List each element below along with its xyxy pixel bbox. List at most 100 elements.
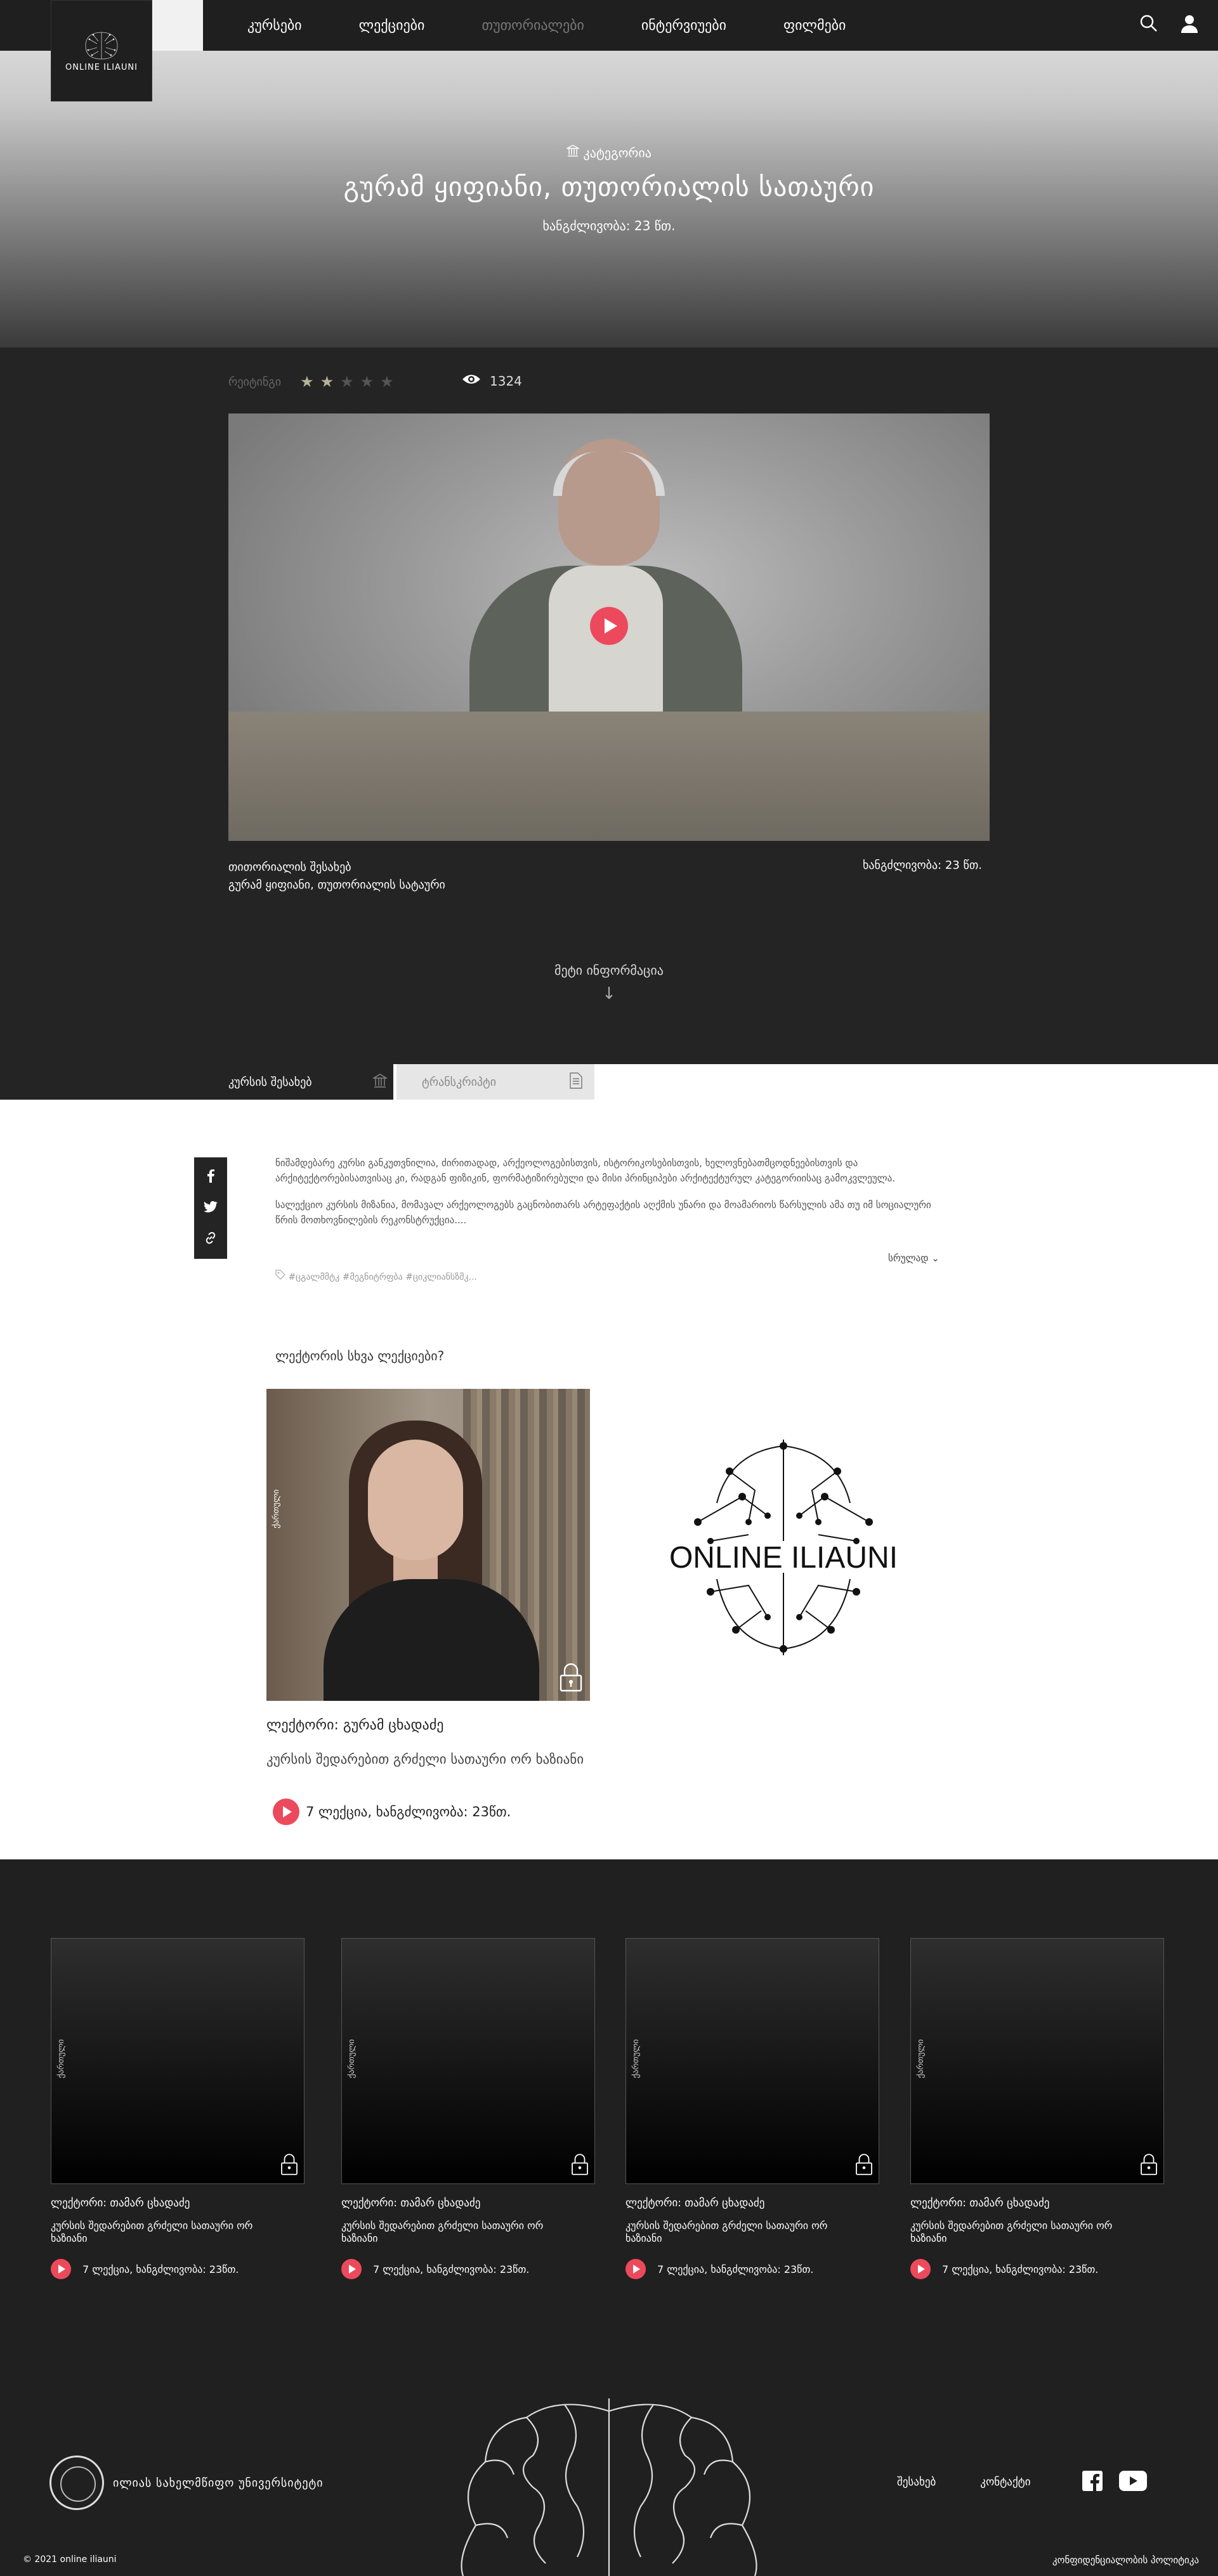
link-icon[interactable] <box>204 1231 218 1247</box>
lecture-card-image[interactable]: ქართული <box>341 1938 595 2184</box>
site-logo[interactable]: ONLINE ILIAUNI <box>51 0 152 101</box>
column-icon <box>565 145 583 160</box>
lecture-card[interactable]: ქართული ლექტორი: თამარ ცხადაძე კურსის შედა… <box>910 1938 1164 2279</box>
play-icon[interactable] <box>51 2259 71 2279</box>
lecture-card[interactable]: ქართული ლექტორი: თამარ ცხადაძე კურსის შედა… <box>625 1938 879 2279</box>
footer-brain-icon <box>461 2398 757 2576</box>
footer-link-contact[interactable]: კონტაქტი <box>980 2476 1030 2488</box>
privacy-policy-link[interactable]: კონფიდენციალობის პოლიტიკა <box>1052 2554 1199 2566</box>
twitter-icon[interactable] <box>204 1200 218 1215</box>
lecture-meta: 7 ლექცია, ხანგძლივობა: 23წთ. <box>910 2259 1164 2279</box>
lecture-meta: 7 ლექცია, ხანგძლივობა: 23წთ. <box>625 2259 879 2279</box>
facebook-icon[interactable] <box>1082 2471 1103 2494</box>
search-icon[interactable] <box>1139 14 1158 36</box>
course-title[interactable]: კურსის შედარებით გრძელი სათაური ორ ხაზია… <box>51 2220 266 2245</box>
course-title[interactable]: კურსის შედარებით გრძელი სათაური ორ ხაზია… <box>625 2220 841 2245</box>
play-icon[interactable] <box>341 2259 362 2279</box>
lecturer-name[interactable]: ლექტორი: თამარ ცხადაძე <box>341 2197 595 2209</box>
social-links <box>1082 2471 1147 2494</box>
lecturer-name[interactable]: ლექტორი: თამარ ცხადაძე <box>910 2197 1164 2209</box>
course-title[interactable]: კურსის შედარებით გრძელი სათაური ორ ხაზია… <box>266 1750 596 1768</box>
lecturer-name[interactable]: ლექტორი: თამარ ცხადაძე <box>625 2197 879 2209</box>
nav-item-films[interactable]: ფილმები <box>783 18 846 34</box>
lock-icon <box>558 1663 584 1695</box>
star-icon[interactable]: ★ <box>380 373 394 391</box>
facebook-icon[interactable] <box>206 1169 216 1185</box>
star-icon[interactable]: ★ <box>360 373 374 391</box>
video-section: რეიტინგი ★ ★ ★ ★ ★ 1324 თითორიალის შესახ… <box>0 348 1218 1064</box>
play-icon[interactable] <box>625 2259 646 2279</box>
nav-icons <box>1139 14 1199 36</box>
star-icon[interactable]: ★ <box>340 373 354 391</box>
logo-wordmark: ONLINE ILIAUNI <box>669 1541 898 1575</box>
nav-item-interviews[interactable]: ინტერვიუები <box>641 18 726 34</box>
hero-section: კატეგორია გურამ ყიფიანი, თუთორიალის სათა… <box>0 0 1218 348</box>
university-brand[interactable]: ილიას სახელმწიფო უნივერსიტეტი <box>49 2456 324 2510</box>
card-language-label: ქართული <box>56 2039 66 2078</box>
column-icon <box>372 1073 388 1091</box>
share-bar <box>194 1157 227 1259</box>
video-frame <box>549 566 663 731</box>
lecturer-name[interactable]: ლექტორი: თამარ ცხადაძე <box>51 2197 304 2209</box>
lock-icon <box>1139 2153 1158 2178</box>
lecture-card[interactable]: ქართული ლექტორი: თამარ ცხადაძე კურსის შედა… <box>341 1938 595 2279</box>
rating-stars[interactable]: ★ ★ ★ ★ ★ <box>300 373 394 391</box>
lecture-meta: 7 ლექცია, ხანგძლივობა: 23წთ. <box>51 2259 304 2279</box>
lecture-card-image[interactable]: ქართული <box>266 1389 590 1701</box>
main-menu: კურსები ლექციები თუთორიალები ინტერვიუები… <box>247 0 846 51</box>
course-title[interactable]: კურსის შედარებით გრძელი სათაური ორ ხაზია… <box>341 2220 557 2245</box>
star-icon[interactable]: ★ <box>300 373 314 391</box>
lecture-card-image[interactable]: ქართული <box>625 1938 879 2184</box>
nav-item-courses[interactable]: კურსები <box>247 18 302 34</box>
rating: რეიტინგი ★ ★ ★ ★ ★ <box>228 373 394 391</box>
play-icon[interactable] <box>273 1799 299 1825</box>
course-title[interactable]: კურსის შედარებით გრძელი სათაური ორ ხაზია… <box>910 2220 1126 2245</box>
youtube-icon[interactable] <box>1119 2471 1147 2494</box>
tab-about[interactable]: კურსის შესახებ <box>228 1064 393 1100</box>
footer-links: შესახებ კონტაქტი <box>897 2476 1031 2488</box>
brain-logo-icon <box>85 32 118 59</box>
play-icon[interactable] <box>910 2259 931 2279</box>
lock-icon <box>855 2153 874 2178</box>
arrow-down-icon[interactable]: ↓ <box>0 984 1218 1003</box>
video-duration: ხანგძლივობა: 23 წთ. <box>863 859 982 872</box>
course-description: ნიშამდებარე კურსი განკუთვნილია, ძირითადა… <box>275 1155 948 1239</box>
nav-item-lectures[interactable]: ლექციები <box>359 18 425 34</box>
card-language-label: ქართული <box>916 2039 926 2078</box>
copyright: © 2021 online iliauni <box>23 2554 117 2565</box>
lecture-card[interactable]: ქართული ლექტორი: თამარ ცხადაძე კურსის შედა… <box>51 1938 304 2279</box>
lecturer-name[interactable]: ლექტორი: გურამ ცხადაძე <box>266 1717 443 1733</box>
see-more-link[interactable]: სრულად ⌄ <box>888 1252 940 1264</box>
tag-list[interactable]: #ცგალმმტკ #მეგნიტრფბა #ციკლიანსზშკ... <box>275 1270 477 1282</box>
lecture-meta: 7 ლექცია, ხანგძლივობა: 23წთ. <box>341 2259 595 2279</box>
star-icon[interactable]: ★ <box>320 373 334 391</box>
video-info-subtitle: გურამ ყიფიანი, თუთორიალის სატაური <box>228 878 445 892</box>
document-icon <box>569 1072 583 1092</box>
video-info: თითორიალის შესახებ გურამ ყიფიანი, თუთორი… <box>228 859 445 894</box>
lecture-card-image[interactable]: ქართული <box>910 1938 1164 2184</box>
card-language-label: ქართული <box>631 2039 641 2078</box>
hero-duration: ხანგძლივობა: 23 წთ. <box>542 218 676 233</box>
lock-icon <box>570 2153 589 2178</box>
lock-icon <box>280 2153 299 2178</box>
tab-transcript[interactable]: ტრანსკრიპტი <box>396 1064 594 1100</box>
footer-link-about[interactable]: შესახებ <box>897 2476 936 2488</box>
top-nav: კურსები ლექციები თუთორიალები ინტერვიუები… <box>0 0 1218 51</box>
play-button[interactable] <box>590 607 628 645</box>
user-icon[interactable] <box>1180 14 1199 36</box>
more-info-link[interactable]: მეტი ინფორმაცია <box>0 963 1218 978</box>
video-info-title: თითორიალის შესახებ <box>228 861 351 874</box>
view-count: 1324 <box>462 373 522 389</box>
lecture-card-image[interactable]: ქართული <box>51 1938 304 2184</box>
eye-icon <box>462 373 481 389</box>
other-lectures-heading: ლექტორის სხვა ლექციები? <box>275 1348 445 1363</box>
lecture-meta: 7 ლექცია, ხანგძლივობა: 23წთ. <box>273 1799 511 1825</box>
logo-text: ONLINE ILIAUNI <box>65 62 138 72</box>
page-title: გურამ ყიფიანი, თუთორიალის სათაური <box>343 171 875 202</box>
card-photo <box>368 1440 463 1560</box>
hero-category[interactable]: კატეგორია <box>0 145 1218 160</box>
online-iliauni-logo: ONLINE ILIAUNI <box>669 1440 898 1655</box>
tag-icon <box>275 1270 288 1282</box>
nav-item-tutorials[interactable]: თუთორიალები <box>481 18 584 34</box>
video-player[interactable] <box>228 413 990 841</box>
